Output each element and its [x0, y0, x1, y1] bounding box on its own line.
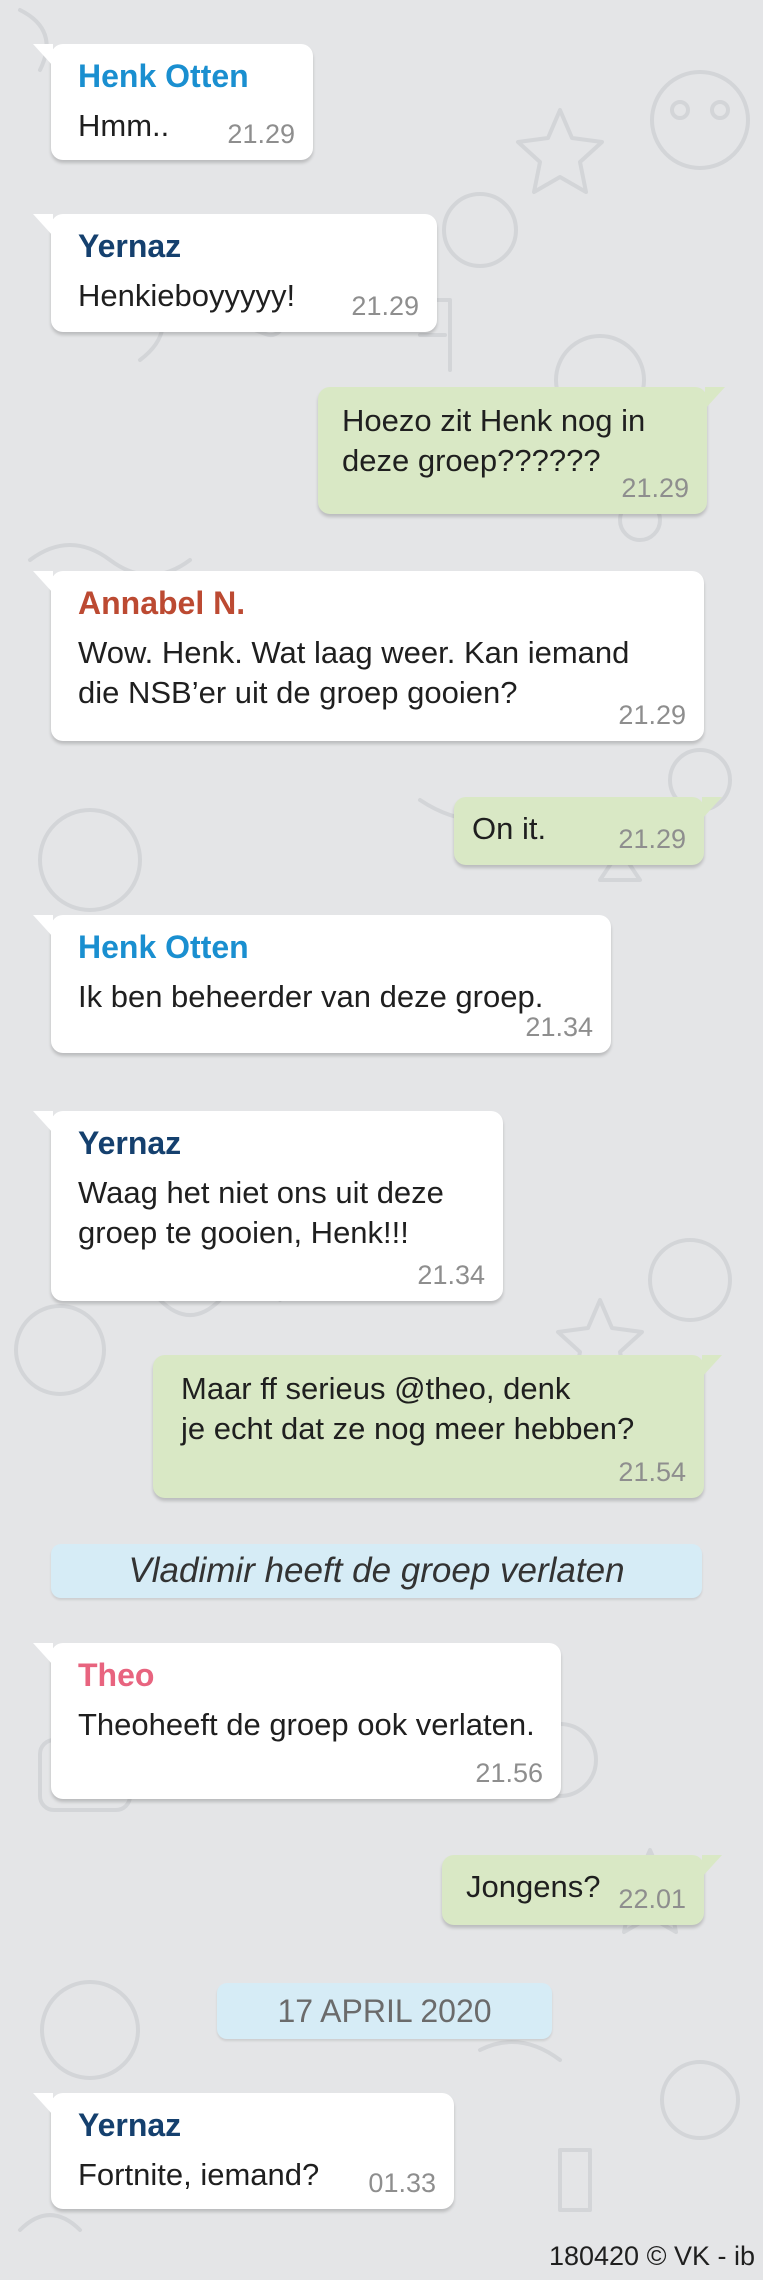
message-text: Theoheeft de groep ook verlaten.: [78, 1707, 535, 1742]
message-bubble[interactable]: Yernaz Fortnite, iemand? 01.33: [33, 2093, 454, 2209]
bubble-tail: [33, 1111, 53, 1133]
message-text: Wow. Henk. Wat laag weer. Kan iemand: [78, 635, 630, 670]
message-timestamp: 22.01: [618, 1884, 686, 1914]
bubble-tail: [33, 1643, 53, 1665]
message-text: Hoezo zit Henk nog in: [342, 403, 646, 438]
message-bubble[interactable]: Yernaz Waag het niet ons uit deze groep …: [33, 1111, 503, 1301]
message-text: Hmm..: [78, 108, 170, 143]
sender-name: Yernaz: [78, 1125, 182, 1161]
message-timestamp: 21.34: [525, 1012, 593, 1042]
message-timestamp: 21.29: [621, 473, 689, 503]
message-timestamp: 21.29: [618, 824, 686, 854]
sender-name: Theo: [78, 1657, 155, 1693]
chat-conversation: Henk Otten Hmm.. 21.29 Yernaz Henkieboyy…: [0, 0, 763, 2280]
message-timestamp: 21.34: [417, 1260, 485, 1290]
system-notice-text: Vladimir heeft de groep verlaten: [128, 1551, 625, 1590]
sender-name: Yernaz: [78, 228, 182, 264]
message-text: je echt dat ze nog meer hebben?: [181, 1411, 635, 1446]
message-text: deze groep??????: [342, 443, 601, 478]
bubble-tail: [702, 1355, 722, 1377]
message-text: Henkieboyyyyy!: [78, 278, 296, 313]
message-bubble[interactable]: Maar ff serieus @theo, denk je echt dat …: [153, 1355, 722, 1498]
message-bubble[interactable]: Hoezo zit Henk nog in deze groep?????? 2…: [318, 387, 725, 514]
sender-name: Yernaz: [78, 2107, 182, 2143]
bubble-tail: [33, 571, 53, 593]
message-timestamp: 21.29: [351, 291, 419, 321]
message-timestamp: 21.54: [618, 1457, 686, 1487]
message-text: Fortnite, iemand?: [78, 2157, 320, 2192]
message-bubble[interactable]: Henk Otten Hmm.. 21.29: [33, 44, 313, 160]
message-timestamp: 21.29: [618, 700, 686, 730]
message-timestamp: 01.33: [368, 2168, 436, 2198]
date-divider-text: 17 APRIL 2020: [277, 1993, 492, 2029]
date-divider: 17 APRIL 2020: [217, 1983, 552, 2039]
message-bubble[interactable]: Theo Theoheeft de groep ook verlaten. 21…: [33, 1643, 561, 1799]
image-credit: 180420 © VK - ib: [548, 2241, 755, 2271]
bubble-tail: [705, 387, 725, 409]
message-text: Waag het niet ons uit deze: [78, 1175, 444, 1210]
message-text: Maar ff serieus @theo, denk: [181, 1371, 571, 1406]
sender-name: Annabel N.: [78, 585, 246, 621]
message-bubble[interactable]: Annabel N. Wow. Henk. Wat laag weer. Kan…: [33, 571, 704, 741]
message-timestamp: 21.29: [227, 119, 295, 149]
sender-name: Henk Otten: [78, 58, 249, 94]
bubble-tail: [702, 797, 722, 819]
system-notice: Vladimir heeft de groep verlaten: [51, 1544, 702, 1598]
bubble-tail: [702, 1855, 722, 1877]
bubble-tail: [33, 44, 53, 66]
message-text: die NSB’er uit de groep gooien?: [78, 675, 518, 710]
message-text: On it.: [472, 811, 547, 846]
message-text: Jongens?: [466, 1869, 601, 1904]
message-bubble[interactable]: Jongens? 22.01: [442, 1855, 722, 1925]
bubble-tail: [33, 915, 53, 937]
message-text: groep te gooien, Henk!!!: [78, 1215, 409, 1250]
message-bubble[interactable]: On it. 21.29: [454, 797, 722, 865]
message-timestamp: 21.56: [475, 1758, 543, 1788]
message-bubble[interactable]: Henk Otten Ik ben beheerder van deze gro…: [33, 915, 611, 1053]
bubble-tail: [33, 2093, 53, 2115]
bubble-tail: [33, 214, 53, 236]
message-text: Ik ben beheerder van deze groep.: [78, 979, 544, 1014]
sender-name: Henk Otten: [78, 929, 249, 965]
message-bubble[interactable]: Yernaz Henkieboyyyyy! 21.29: [33, 214, 437, 332]
